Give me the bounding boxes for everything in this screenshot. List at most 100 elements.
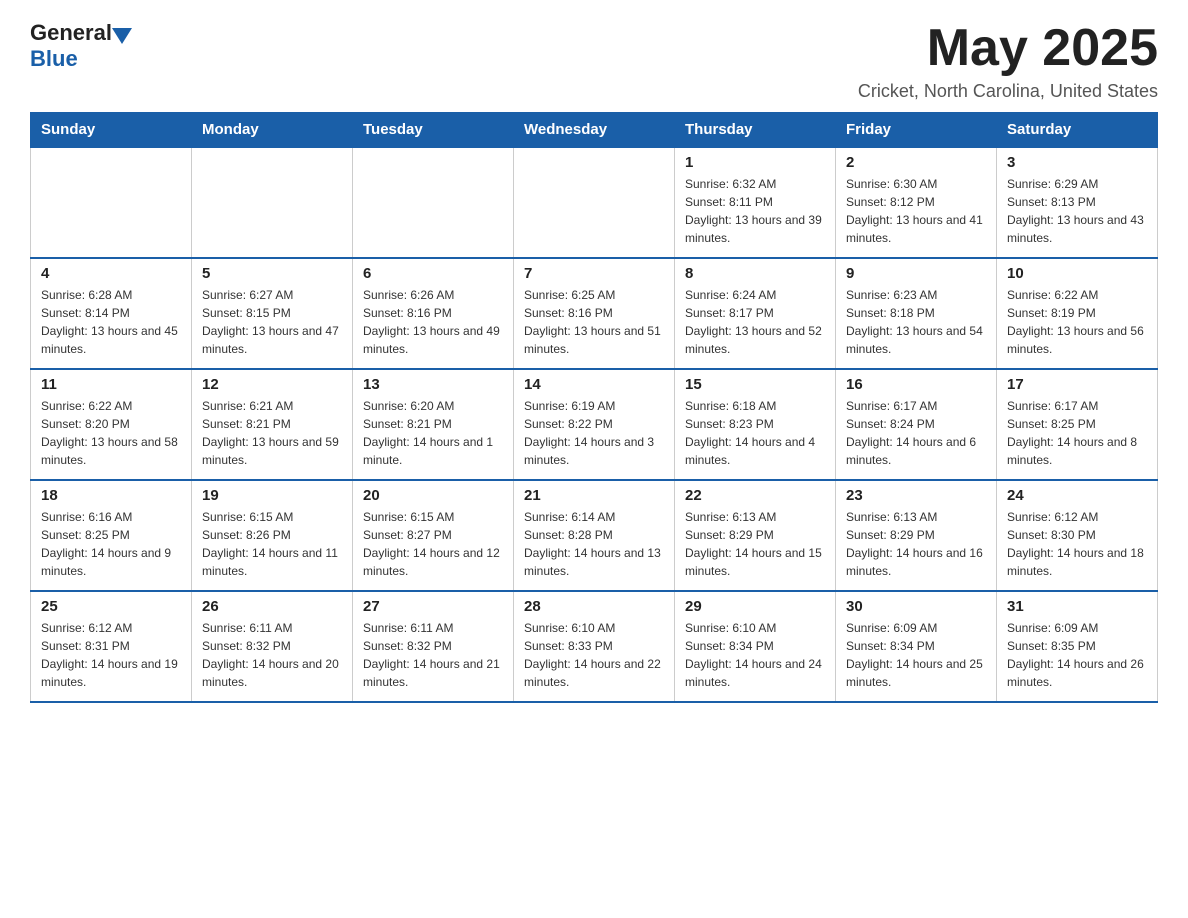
day-info: Sunrise: 6:10 AMSunset: 8:33 PMDaylight:…: [524, 619, 664, 691]
logo: General Blue: [30, 20, 132, 72]
day-number: 26: [202, 598, 342, 615]
day-info: Sunrise: 6:10 AMSunset: 8:34 PMDaylight:…: [685, 619, 825, 691]
day-number: 22: [685, 487, 825, 504]
day-info: Sunrise: 6:13 AMSunset: 8:29 PMDaylight:…: [685, 508, 825, 580]
day-number: 10: [1007, 265, 1147, 282]
cell-week4-day3: 21 Sunrise: 6:14 AMSunset: 8:28 PMDayligh…: [514, 480, 675, 591]
cell-week5-day2: 27 Sunrise: 6:11 AMSunset: 8:32 PMDayligh…: [353, 591, 514, 702]
cell-week5-day5: 30 Sunrise: 6:09 AMSunset: 8:34 PMDayligh…: [836, 591, 997, 702]
day-info: Sunrise: 6:14 AMSunset: 8:28 PMDaylight:…: [524, 508, 664, 580]
cell-week3-day2: 13 Sunrise: 6:20 AMSunset: 8:21 PMDayligh…: [353, 369, 514, 480]
cell-week2-day3: 7Sunrise: 6:25 AMSunset: 8:16 PMDaylight…: [514, 258, 675, 369]
day-info: Sunrise: 6:22 AMSunset: 8:19 PMDaylight:…: [1007, 286, 1147, 358]
day-number: 12: [202, 376, 342, 393]
cell-week2-day5: 9 Sunrise: 6:23 AMSunset: 8:18 PMDaylight…: [836, 258, 997, 369]
day-info: Sunrise: 6:12 AMSunset: 8:30 PMDaylight:…: [1007, 508, 1147, 580]
day-number: 21: [524, 487, 664, 504]
day-info: Sunrise: 6:25 AMSunset: 8:16 PMDaylight:…: [524, 286, 664, 358]
cell-week1-day3: [514, 147, 675, 258]
cell-week5-day0: 25 Sunrise: 6:12 AMSunset: 8:31 PMDayligh…: [31, 591, 192, 702]
cell-week1-day6: 3Sunrise: 6:29 AMSunset: 8:13 PMDaylight…: [997, 147, 1158, 258]
cell-week2-day2: 6 Sunrise: 6:26 AMSunset: 8:16 PMDaylight…: [353, 258, 514, 369]
calendar-header-row: Sunday Monday Tuesday Wednesday Thursday…: [31, 113, 1158, 148]
page-header: General Blue May 2025 Cricket, North Car…: [30, 20, 1158, 102]
logo-blue: Blue: [30, 46, 78, 72]
cell-week3-day0: 11 Sunrise: 6:22 AMSunset: 8:20 PMDayligh…: [31, 369, 192, 480]
col-friday: Friday: [836, 113, 997, 148]
day-number: 1: [685, 154, 825, 171]
cell-week4-day4: 22 Sunrise: 6:13 AMSunset: 8:29 PMDayligh…: [675, 480, 836, 591]
week-row-4: 18 Sunrise: 6:16 AMSunset: 8:25 PMDayligh…: [31, 480, 1158, 591]
logo-general: General: [30, 20, 112, 46]
logo-triangle-icon: [112, 28, 132, 44]
day-number: 25: [41, 598, 181, 615]
day-info: Sunrise: 6:32 AMSunset: 8:11 PMDaylight:…: [685, 175, 825, 247]
day-number: 4: [41, 265, 181, 282]
day-info: Sunrise: 6:20 AMSunset: 8:21 PMDaylight:…: [363, 397, 503, 469]
cell-week3-day5: 16 Sunrise: 6:17 AMSunset: 8:24 PMDayligh…: [836, 369, 997, 480]
day-info: Sunrise: 6:11 AMSunset: 8:32 PMDaylight:…: [363, 619, 503, 691]
week-row-5: 25 Sunrise: 6:12 AMSunset: 8:31 PMDayligh…: [31, 591, 1158, 702]
day-info: Sunrise: 6:27 AMSunset: 8:15 PMDaylight:…: [202, 286, 342, 358]
day-info: Sunrise: 6:19 AMSunset: 8:22 PMDaylight:…: [524, 397, 664, 469]
cell-week5-day4: 29 Sunrise: 6:10 AMSunset: 8:34 PMDayligh…: [675, 591, 836, 702]
day-info: Sunrise: 6:23 AMSunset: 8:18 PMDaylight:…: [846, 286, 986, 358]
day-info: Sunrise: 6:28 AMSunset: 8:14 PMDaylight:…: [41, 286, 181, 358]
week-row-1: 1 Sunrise: 6:32 AMSunset: 8:11 PMDaylight…: [31, 147, 1158, 258]
day-number: 9: [846, 265, 986, 282]
day-number: 14: [524, 376, 664, 393]
cell-week4-day2: 20 Sunrise: 6:15 AMSunset: 8:27 PMDayligh…: [353, 480, 514, 591]
day-number: 8: [685, 265, 825, 282]
day-number: 23: [846, 487, 986, 504]
day-info: Sunrise: 6:16 AMSunset: 8:25 PMDaylight:…: [41, 508, 181, 580]
cell-week1-day0: [31, 147, 192, 258]
cell-week2-day0: 4 Sunrise: 6:28 AMSunset: 8:14 PMDaylight…: [31, 258, 192, 369]
title-section: May 2025 Cricket, North Carolina, United…: [858, 20, 1158, 102]
day-number: 30: [846, 598, 986, 615]
cell-week1-day5: 2Sunrise: 6:30 AMSunset: 8:12 PMDaylight…: [836, 147, 997, 258]
col-thursday: Thursday: [675, 113, 836, 148]
day-info: Sunrise: 6:09 AMSunset: 8:34 PMDaylight:…: [846, 619, 986, 691]
day-info: Sunrise: 6:15 AMSunset: 8:27 PMDaylight:…: [363, 508, 503, 580]
day-info: Sunrise: 6:22 AMSunset: 8:20 PMDaylight:…: [41, 397, 181, 469]
cell-week1-day4: 1 Sunrise: 6:32 AMSunset: 8:11 PMDaylight…: [675, 147, 836, 258]
day-info: Sunrise: 6:18 AMSunset: 8:23 PMDaylight:…: [685, 397, 825, 469]
cell-week1-day2: [353, 147, 514, 258]
cell-week4-day1: 19Sunrise: 6:15 AMSunset: 8:26 PMDayligh…: [192, 480, 353, 591]
day-info: Sunrise: 6:17 AMSunset: 8:25 PMDaylight:…: [1007, 397, 1147, 469]
day-number: 18: [41, 487, 181, 504]
day-number: 31: [1007, 598, 1147, 615]
cell-week1-day1: [192, 147, 353, 258]
calendar-table: Sunday Monday Tuesday Wednesday Thursday…: [30, 112, 1158, 703]
day-number: 3: [1007, 154, 1147, 171]
day-number: 5: [202, 265, 342, 282]
day-info: Sunrise: 6:26 AMSunset: 8:16 PMDaylight:…: [363, 286, 503, 358]
col-saturday: Saturday: [997, 113, 1158, 148]
cell-week5-day6: 31Sunrise: 6:09 AMSunset: 8:35 PMDayligh…: [997, 591, 1158, 702]
day-info: Sunrise: 6:11 AMSunset: 8:32 PMDaylight:…: [202, 619, 342, 691]
day-info: Sunrise: 6:17 AMSunset: 8:24 PMDaylight:…: [846, 397, 986, 469]
day-number: 28: [524, 598, 664, 615]
day-number: 19: [202, 487, 342, 504]
day-number: 13: [363, 376, 503, 393]
day-number: 15: [685, 376, 825, 393]
day-info: Sunrise: 6:12 AMSunset: 8:31 PMDaylight:…: [41, 619, 181, 691]
cell-week3-day4: 15 Sunrise: 6:18 AMSunset: 8:23 PMDayligh…: [675, 369, 836, 480]
day-number: 16: [846, 376, 986, 393]
day-number: 20: [363, 487, 503, 504]
day-number: 29: [685, 598, 825, 615]
day-number: 6: [363, 265, 503, 282]
col-tuesday: Tuesday: [353, 113, 514, 148]
cell-week5-day3: 28 Sunrise: 6:10 AMSunset: 8:33 PMDayligh…: [514, 591, 675, 702]
col-sunday: Sunday: [31, 113, 192, 148]
cell-week3-day6: 17Sunrise: 6:17 AMSunset: 8:25 PMDayligh…: [997, 369, 1158, 480]
day-number: 11: [41, 376, 181, 393]
cell-week5-day1: 26 Sunrise: 6:11 AMSunset: 8:32 PMDayligh…: [192, 591, 353, 702]
cell-week4-day6: 24Sunrise: 6:12 AMSunset: 8:30 PMDayligh…: [997, 480, 1158, 591]
week-row-3: 11 Sunrise: 6:22 AMSunset: 8:20 PMDayligh…: [31, 369, 1158, 480]
cell-week2-day6: 10 Sunrise: 6:22 AMSunset: 8:19 PMDayligh…: [997, 258, 1158, 369]
location-subtitle: Cricket, North Carolina, United States: [858, 81, 1158, 102]
cell-week2-day4: 8Sunrise: 6:24 AMSunset: 8:17 PMDaylight…: [675, 258, 836, 369]
day-number: 27: [363, 598, 503, 615]
cell-week4-day0: 18 Sunrise: 6:16 AMSunset: 8:25 PMDayligh…: [31, 480, 192, 591]
